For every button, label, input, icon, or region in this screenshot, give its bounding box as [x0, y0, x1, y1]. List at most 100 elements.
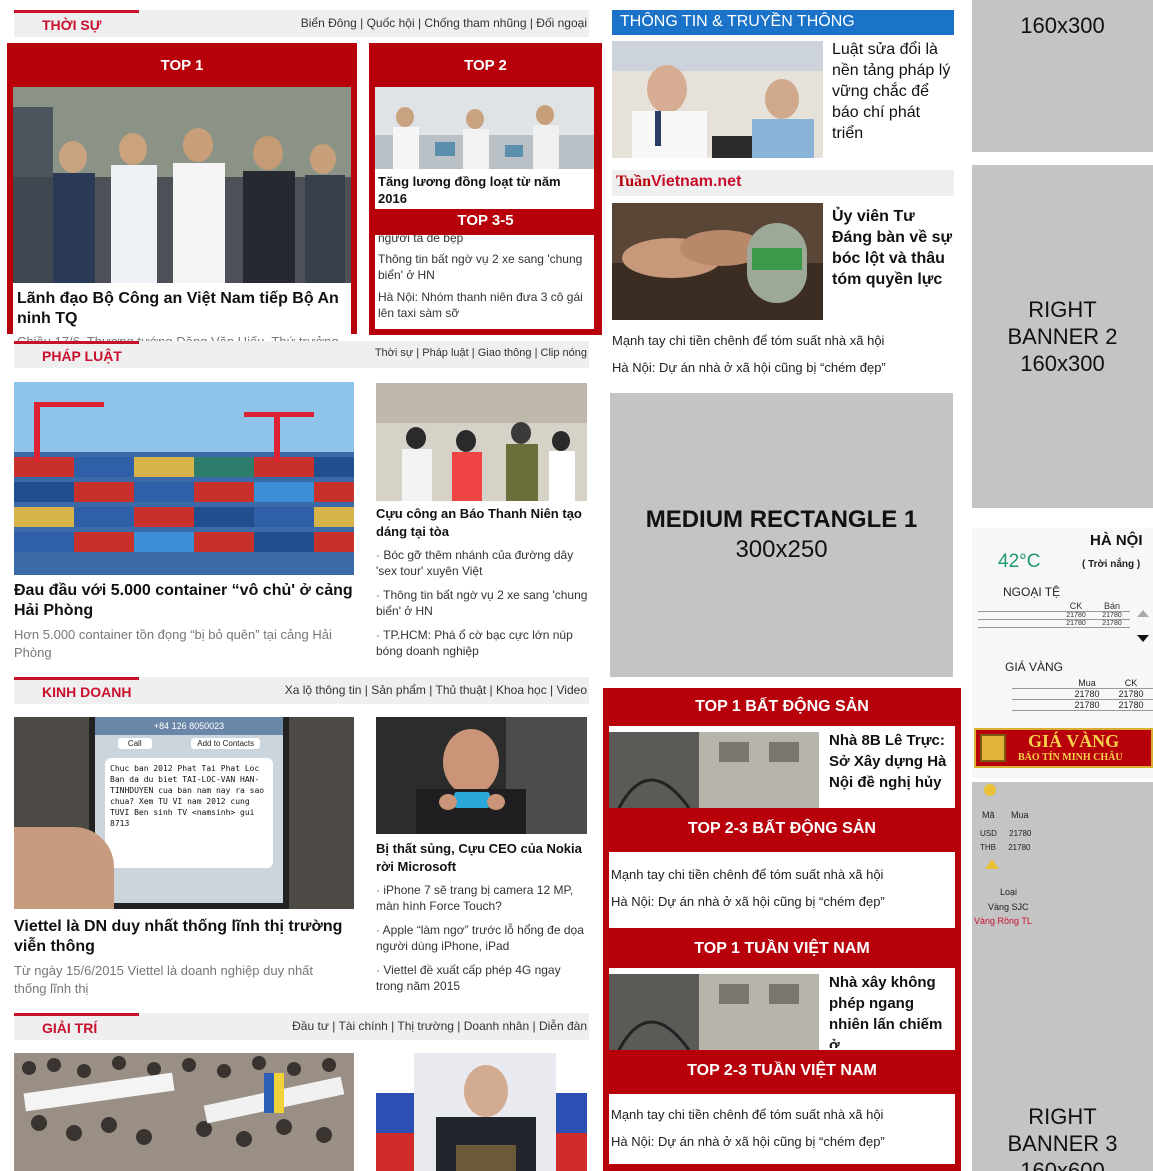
tvn-top1-headline[interactable]: Nhà xây không phép ngang nhiên lấn chiếm…: [829, 972, 953, 1048]
bds-top1-photo[interactable]: [609, 732, 819, 808]
section-title[interactable]: GIẢI TRÍ: [14, 1013, 139, 1040]
phapluat-side-photo[interactable]: [376, 383, 587, 501]
phapluat-side-headline[interactable]: Cựu công an Báo Thanh Niên tạo dáng tại …: [376, 505, 588, 541]
link-doi-ngoai[interactable]: Đối ngoại: [536, 16, 587, 30]
link-quoc-hoi[interactable]: Quốc hội: [367, 16, 415, 30]
top35-item[interactable]: Thông tin bất ngờ vụ 2 xe sang 'chung bi…: [378, 251, 591, 283]
banner-line: 300x250: [735, 536, 828, 563]
scroll-up-icon[interactable]: [1137, 610, 1149, 617]
link-xa-lo[interactable]: Xa lộ thông tin: [285, 683, 362, 697]
phone-message: Chuc ban 2012 Phat Tai Phat Loc Ban da d…: [105, 758, 273, 868]
banner-line: 160x300: [1020, 13, 1105, 38]
bds-top23-item[interactable]: Hà Nội: Dự án nhà ở xã hội cũng bị “chém…: [611, 893, 953, 911]
tvn-top1-panel: Nhà xây không phép ngang nhiên lấn chiếm…: [609, 968, 955, 1050]
top1-headline[interactable]: Lãnh đạo Bộ Công an Việt Nam tiếp Bộ An …: [17, 289, 347, 329]
giaitri-side-photo[interactable]: [376, 1053, 587, 1171]
tvn-headline[interactable]: Ủy viên Tư Đáng bàn về sự bóc lột và thâ…: [832, 206, 954, 290]
link-phap-luat[interactable]: Pháp luật: [422, 347, 468, 359]
weather-temp: 42°C: [998, 551, 1041, 572]
right-banner-2[interactable]: RIGHT BANNER 2 160x300: [972, 165, 1153, 508]
phapluat-main-headline[interactable]: Đau đầu với 5.000 container “vô chủ' ở c…: [14, 581, 354, 621]
photo-putin: [376, 1053, 587, 1171]
link-video[interactable]: Video: [557, 683, 587, 697]
bds-top23-label: TOP 2-3 BẤT ĐỘNG SẢN: [688, 820, 876, 837]
ttt-header[interactable]: THÔNG TIN & TRUYỀN THÔNG: [612, 10, 954, 35]
medium-rectangle-banner[interactable]: MEDIUM RECTANGLE 1 300x250: [610, 393, 953, 677]
gold-brand-icon: [980, 734, 1006, 762]
link-bien-dong[interactable]: Biển Đông: [301, 16, 357, 30]
phapluat-main-desc: Hơn 5.000 container tồn đọng “bị bỏ quên…: [14, 627, 332, 660]
section-links: Đầu tư | Tài chính | Thị trường | Doanh …: [292, 1019, 587, 1033]
mini-row: THB 21780: [980, 834, 1030, 861]
link-clip-nong[interactable]: Clip nóng: [541, 347, 587, 359]
ttt-photo[interactable]: [612, 41, 823, 158]
kinhdoanh-main-headline[interactable]: Viettel là DN duy nhất thống lĩnh thị tr…: [14, 917, 344, 957]
tuanvietnam-logo[interactable]: TuầnVietnam.net: [616, 173, 741, 191]
gold-brand-sub: BẢO TÍN MINH CHÂU: [1018, 752, 1123, 763]
gold-col: Mua: [1078, 678, 1096, 688]
link-tai-chinh[interactable]: Tài chính: [338, 1019, 387, 1033]
link-khoa-hoc[interactable]: Khoa học: [496, 683, 547, 697]
link-dien-dan[interactable]: Diễn đàn: [539, 1019, 587, 1033]
link-thu-thuat[interactable]: Thủ thuật: [436, 683, 487, 697]
scroll-down-icon[interactable]: [1137, 635, 1149, 642]
gold-brand-banner[interactable]: GIÁ VÀNG BẢO TÍN MINH CHÂU: [974, 728, 1153, 768]
banner-line: BANNER 2: [1007, 324, 1118, 349]
top35-item[interactable]: Hà Nội: Nhóm thanh niên đưa 3 cô gái lên…: [378, 289, 591, 321]
tvn-top23-item[interactable]: Hà Nội: Dự án nhà ở xã hội cũng bị “chém…: [611, 1133, 953, 1151]
tvn-photo[interactable]: [612, 203, 823, 320]
link-dau-tu[interactable]: Đầu tư: [292, 1019, 329, 1033]
section-title[interactable]: KINH DOANH: [14, 677, 139, 704]
link-giao-thong[interactable]: Giao thông: [478, 347, 532, 359]
link-doanh-nhan[interactable]: Doanh nhân: [464, 1019, 529, 1033]
kinhdoanh-side-item[interactable]: iPhone 7 sẽ trang bị camera 12 MP, màn h…: [376, 882, 588, 914]
tvn-top1-photo[interactable]: [609, 974, 819, 1050]
section-title[interactable]: THỜI SỰ: [14, 10, 139, 37]
right-banner-1[interactable]: 160x300: [972, 0, 1153, 152]
top2-photo[interactable]: [375, 87, 594, 169]
gold-col: CK: [1124, 678, 1138, 688]
bds-top23-item[interactable]: Mạnh tay chi tiền chênh để tóm suất nhà …: [611, 866, 953, 884]
giaitri-main-photo[interactable]: [14, 1053, 354, 1171]
phone-buttons: Call Add to Contacts: [95, 735, 283, 752]
section-header-phapluat: PHÁP LUẬT Thời sự | Pháp luật | Giao thô…: [14, 341, 589, 368]
photo-handshake-money: [612, 203, 823, 320]
kinhdoanh-side-photo[interactable]: [376, 717, 587, 834]
section-title[interactable]: PHÁP LUẬT: [14, 341, 139, 368]
bds-top1-panel: Nhà 8B Lê Trực: Sở Xây dựng Hà Nội đề ng…: [609, 726, 955, 808]
link-thi-truong[interactable]: Thị trường: [397, 1019, 454, 1033]
banner-line: MEDIUM RECTANGLE 1: [645, 506, 918, 533]
link-chong-tham-nhung[interactable]: Chống tham nhũng: [424, 16, 526, 30]
top35-list: người ta đè bẹp Thông tin bất ngờ vụ 2 x…: [375, 235, 594, 329]
kinhdoanh-side-item[interactable]: Apple “làm ngơ” trước lỗ hổng đe dọa ngư…: [376, 922, 588, 954]
banner-line: RIGHT: [1028, 297, 1097, 322]
banner-line: 160x300: [1020, 351, 1105, 376]
link-san-pham[interactable]: Sản phẩm: [371, 683, 426, 697]
tvn-item[interactable]: Mạnh tay chi tiền chênh để tóm suất nhà …: [612, 332, 954, 350]
phapluat-side-item[interactable]: TP.HCM: Phá ổ cờ bạc cực lớn núp bóng do…: [376, 627, 588, 659]
top2-headline[interactable]: Tăng lương đồng loạt từ năm 2016: [378, 173, 591, 207]
link-thoi-su[interactable]: Thời sự: [375, 347, 413, 359]
ttt-headline[interactable]: Luật sửa đổi là nền tảng pháp lý vững ch…: [832, 39, 954, 144]
bds-top1-headline[interactable]: Nhà 8B Lê Trực: Sở Xây dựng Hà Nội đề ng…: [829, 730, 953, 806]
coin-icon: [984, 784, 996, 796]
fx-cell: 21780: [1066, 612, 1086, 619]
phapluat-main-photo[interactable]: [14, 382, 354, 575]
tuanvietnam-bar: TuầnVietnam.net: [612, 170, 954, 196]
phone-screen: +84 126 8050023 Call Add to Contacts Chu…: [89, 717, 289, 909]
gold-row: 21780 21780: [1012, 700, 1153, 711]
top1-box: TOP 1 Lãnh đạo Bộ Công an Việt Nam tiếp …: [7, 43, 357, 369]
right-banner-3[interactable]: Mã Mua USD 21780 THB 21780 Loại Vàng SJC…: [972, 782, 1153, 1171]
tvn-item[interactable]: Hà Nội: Dự án nhà ở xã hội cũng bị “chém…: [612, 359, 954, 377]
ttt-title: THÔNG TIN & TRUYỀN THÔNG: [620, 13, 855, 30]
tvn-top23-item[interactable]: Mạnh tay chi tiền chênh để tóm suất nhà …: [611, 1106, 953, 1124]
phapluat-side-item[interactable]: Thông tin bất ngờ vụ 2 xe sang 'chung bi…: [376, 587, 588, 619]
phapluat-side-item[interactable]: Bóc gỡ thêm nhánh của đường dây 'sex tou…: [376, 547, 588, 579]
gold-title: GIÁ VÀNG: [1005, 660, 1064, 674]
top1-photo[interactable]: [13, 87, 351, 283]
photo-nokia-ceo: [376, 717, 587, 834]
kinhdoanh-main-photo[interactable]: +84 126 8050023 Call Add to Contacts Chu…: [14, 717, 354, 909]
top35-item[interactable]: người ta đè bẹp: [378, 235, 591, 245]
kinhdoanh-side-headline[interactable]: Bị thất sủng, Cựu CEO của Nokia rời Micr…: [376, 840, 588, 876]
kinhdoanh-side-item[interactable]: Viettel đề xuất cấp phép 4G ngay trong n…: [376, 962, 588, 994]
